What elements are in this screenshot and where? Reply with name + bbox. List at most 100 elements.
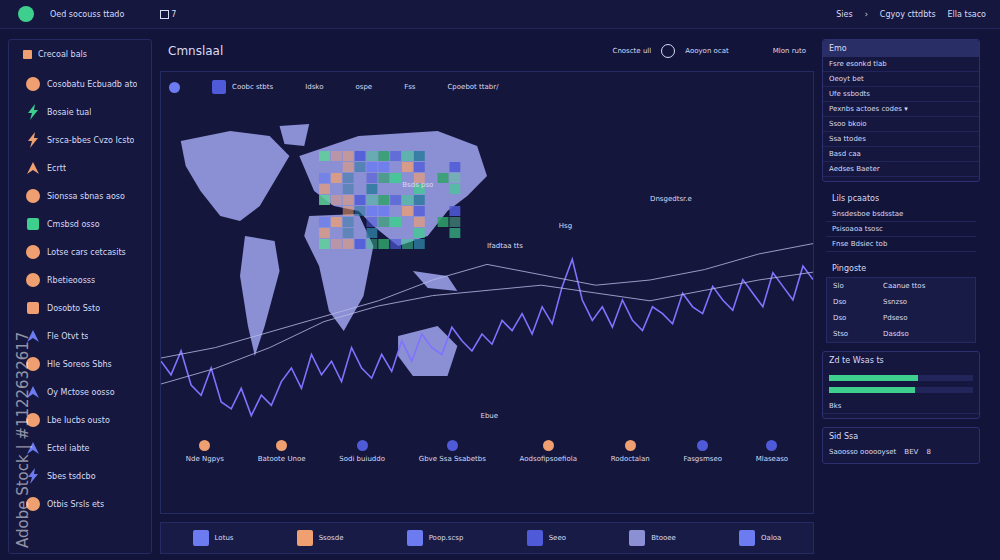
sidebar-item[interactable]: Lbe Iucbs ousto [15, 407, 145, 433]
panel-title: Sid Ssa [823, 428, 979, 445]
panel-title: Lils pcaatos [826, 190, 976, 207]
folder-icon [23, 50, 32, 59]
legend-item[interactable]: Sodi buiuddo [339, 440, 385, 463]
strip-item[interactable]: Lotus [193, 530, 234, 546]
header-action[interactable]: Cnoscte ull [613, 47, 652, 55]
circle-icon [25, 76, 41, 92]
table-cell: Dso [833, 298, 883, 306]
square-icon [193, 530, 209, 546]
sidebar-item[interactable]: Srsca-bbes Cvzo Icsto [15, 127, 145, 153]
square-icon [407, 530, 423, 546]
circle-icon [25, 272, 41, 288]
legend-icon [276, 440, 287, 451]
line-chart [161, 96, 813, 436]
panel-row[interactable]: Fsre esonkd tlab [823, 57, 979, 72]
legend-item[interactable]: Nde Ngpys [186, 440, 224, 463]
notification-count[interactable]: 7 [160, 10, 176, 19]
sidebar-item[interactable]: Sionssa sbnas aoso [15, 183, 145, 209]
chart-annotation: Ifadtaa tts [487, 242, 523, 250]
table-cell: Caanue ttos [883, 282, 925, 290]
strip-item[interactable]: Ssosde [297, 530, 344, 546]
summary-text: Saoosso oooooyset [829, 448, 896, 456]
legend-item[interactable]: Fasgsmseo [684, 440, 722, 463]
world-map [161, 96, 813, 436]
sidebar-item[interactable]: Sbes tsdcbo [15, 463, 145, 489]
chart-canvas: Dnsgedtsr.eHsgIfadtaa ttsBsds psoEbue [161, 96, 813, 436]
toolbar-item[interactable]: Coobc stbts [212, 80, 273, 94]
square-icon [25, 216, 41, 232]
table-row[interactable]: DsoSsnzso [827, 294, 975, 310]
info-icon[interactable] [661, 44, 675, 58]
logo-icon[interactable] [18, 6, 34, 22]
panel-row[interactable]: Ssoo bkoio [823, 117, 979, 132]
sidebar-item[interactable]: Ecrtt [15, 155, 145, 181]
legend-icon [625, 440, 636, 451]
page-title: Cmnslaal [168, 44, 223, 58]
table-row[interactable]: SloCaanue ttos [827, 278, 975, 294]
panel-row[interactable]: Aedses Baeter [823, 162, 979, 177]
summary-panel: Sid Ssa Saoosso oooooyset BEV 8 [822, 427, 980, 464]
toolbar-item[interactable]: Idsko [305, 83, 323, 91]
emo-panel: EmoFsre esonkd tlabOeoyt betUfe ssbodtsP… [822, 39, 980, 182]
legend-item[interactable]: Batoote Unoe [258, 440, 306, 463]
toolbar-item[interactable]: Fss [404, 83, 415, 91]
sidebar-item[interactable]: Oy Mctose oosso [15, 379, 145, 405]
chart-annotation: Ebue [480, 412, 498, 420]
box-icon [160, 10, 169, 19]
chart-toolbar: Coobc stbts Idsko ospe Fss Cpoebot ttabr… [161, 78, 813, 96]
bars-panel: Zd te Wsas tsBks [822, 351, 980, 419]
top-link[interactable]: Ella tsaco [948, 10, 986, 19]
sidebar-item[interactable]: Hle Soreos Sbhs [15, 351, 145, 377]
panel-row[interactable]: Oeoyt bet [823, 72, 979, 87]
sidebar-item[interactable]: Cosobatu Ecbuadb ato [15, 71, 145, 97]
legend-item[interactable]: Rodoctalan [611, 440, 650, 463]
table-cell: Dasdso [883, 330, 909, 338]
list-row[interactable]: Fnse Bdsiec tob [826, 237, 976, 252]
square-icon [297, 530, 313, 546]
globe-icon[interactable] [169, 82, 180, 93]
panel-title: Pingoste [826, 260, 976, 277]
strip-item[interactable]: Btooee [629, 530, 676, 546]
sidebar-item[interactable]: Lotse cars cetcasits [15, 239, 145, 265]
panel-row[interactable]: Ufe ssbodts [823, 87, 979, 102]
toolbar-item[interactable]: ospe [355, 83, 372, 91]
square-icon [527, 530, 543, 546]
legend-item[interactable]: Mlaseaso [756, 440, 788, 463]
list-row[interactable]: Psisoaoa tsosc [826, 222, 976, 237]
strip-item[interactable]: Oaloa [739, 530, 781, 546]
strip-item[interactable]: Poop.scsp [407, 530, 464, 546]
legend-item[interactable]: Gbve Ssa Ssabetbs [419, 440, 486, 463]
strip-item[interactable]: Seeo [527, 530, 566, 546]
toolbar-item[interactable]: Cpoebot ttabr/ [447, 83, 498, 91]
sidebar-item[interactable]: Ectel iabte [15, 435, 145, 461]
top-link[interactable]: Sies [836, 10, 852, 19]
sidebar-item[interactable]: Rbetieoosss [15, 267, 145, 293]
header-action[interactable]: Aooyon ocat [685, 47, 728, 55]
chart-annotation: Hsg [559, 222, 572, 230]
sidebar-item[interactable]: Fle Otvt ts [15, 323, 145, 349]
main-area: CmnslaalCnoscte ullAooyon ocatMlon ruto … [160, 39, 814, 554]
sidebar-item[interactable]: Cmsbsd osso [15, 211, 145, 237]
panel-row[interactable]: Ssa ttodes [823, 132, 979, 147]
summary-code: BEV [904, 448, 918, 456]
square-icon [212, 80, 226, 94]
bottom-strip: Lotus Ssosde Poop.scsp Seeo Btooee Oaloa [160, 522, 814, 554]
sidebar-item[interactable]: Otbis Srsls ets [15, 491, 145, 517]
top-link[interactable]: Cgyoy cttdbts [880, 10, 936, 19]
legend-item[interactable]: Aodsofipsoefiola [520, 440, 577, 463]
sidebar-item[interactable]: Dosobto Ssto [15, 295, 145, 321]
panel-row[interactable]: Pexnbs actoes codes ▾ [823, 102, 979, 117]
header-action[interactable]: Mlon ruto [773, 47, 806, 55]
legend-icon [447, 440, 458, 451]
legend-icon [697, 440, 708, 451]
panel-row[interactable]: Basd caa [823, 147, 979, 162]
dashboard: Oed socouss ttado 7 Sies › Cgyoy cttdbts Ell… [0, 0, 1000, 560]
map-chart-card: Coobc stbts Idsko ospe Fss Cpoebot ttabr… [160, 71, 814, 514]
app-title: Oed socouss ttado [50, 10, 124, 19]
table-row[interactable]: DsoPdseso [827, 310, 975, 326]
table-row[interactable]: StsoDasdso [827, 326, 975, 342]
sidebar-item[interactable]: Bosaie tual [15, 99, 145, 125]
top-link[interactable]: › [865, 10, 868, 19]
summary-number: 8 [926, 448, 930, 456]
list-row[interactable]: Snsdesboe bsdsstae [826, 207, 976, 222]
